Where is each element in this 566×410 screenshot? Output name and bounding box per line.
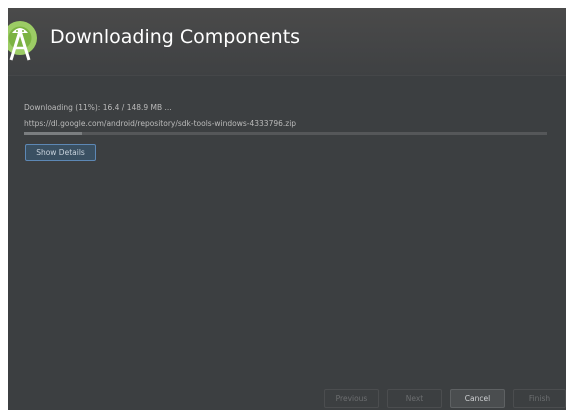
cancel-button[interactable]: Cancel [450, 389, 505, 408]
download-progress-bar [24, 132, 547, 135]
setup-wizard-window: Downloading Components Downloading (11%)… [8, 8, 566, 410]
finish-button[interactable]: Finish [513, 389, 566, 408]
previous-button[interactable]: Previous [324, 389, 379, 408]
next-button[interactable]: Next [387, 389, 442, 408]
show-details-button[interactable]: Show Details [25, 144, 96, 161]
download-progress-fill [24, 132, 82, 135]
download-url-text: https://dl.google.com/android/repository… [24, 119, 297, 128]
android-studio-logo-icon [8, 21, 37, 61]
download-status-text: Downloading (11%): 16.4 / 148.9 MB ... [24, 103, 172, 112]
page-title: Downloading Components [50, 26, 301, 48]
wizard-header: Downloading Components [8, 8, 566, 76]
